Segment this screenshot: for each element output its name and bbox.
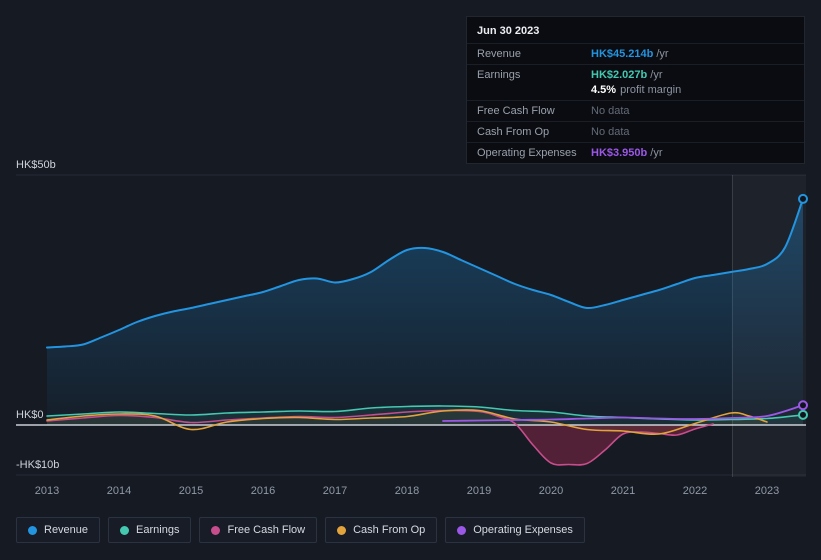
- tooltip-row-earnings: Earnings HK$2.027b/yr 4.5% profit margin: [467, 64, 804, 100]
- legend-label-revenue: Revenue: [44, 524, 89, 536]
- x-axis-year-label: 2023: [754, 485, 780, 497]
- x-axis-year-label: 2013: [34, 485, 60, 497]
- financial-history-chart-page: HK$50b HK$0 -HK$10b 2013 2014 2015 2016 2017…: [0, 0, 821, 560]
- x-axis-year-label: 2021: [610, 485, 636, 497]
- tooltip-value-operating-expenses: HK$3.950b/yr: [591, 147, 663, 159]
- x-axis-year-label: 2014: [106, 485, 132, 497]
- tooltip-value-revenue: HK$45.214b/yr: [591, 48, 669, 60]
- x-axis-year-label: 2015: [178, 485, 204, 497]
- tooltip-value-free-cash-flow: No data: [591, 105, 630, 117]
- legend-label-earnings: Earnings: [136, 524, 180, 536]
- profit-margin: 4.5% profit margin: [591, 84, 682, 96]
- tooltip-label-earnings: Earnings: [477, 69, 521, 81]
- tooltip-value-cash-from-op: No data: [591, 126, 630, 138]
- tooltip-value-earnings: HK$2.027b/yr 4.5% profit margin: [591, 69, 794, 96]
- legend-item-earnings[interactable]: Earnings: [108, 517, 192, 543]
- operating-expenses-dot-icon: [457, 525, 467, 535]
- y-axis-label-0: HK$0: [16, 409, 44, 421]
- legend-label-operating-expenses: Operating Expenses: [473, 524, 573, 536]
- legend-item-revenue[interactable]: Revenue: [16, 517, 101, 543]
- legend-item-operating-expenses[interactable]: Operating Expenses: [445, 517, 585, 543]
- chart-legend: Revenue Earnings Free Cash Flow Cash Fro…: [16, 517, 585, 543]
- tooltip-row-revenue: Revenue HK$45.214b/yr: [467, 43, 804, 64]
- tooltip-label-free-cash-flow: Free Cash Flow: [477, 105, 555, 117]
- legend-item-cash-from-op[interactable]: Cash From Op: [325, 517, 438, 543]
- y-axis-label-50b: HK$50b: [16, 159, 56, 171]
- earnings-dot-icon: [120, 525, 130, 535]
- free-cash-flow-dot-icon: [211, 525, 221, 535]
- cash-from-op-dot-icon: [337, 525, 347, 535]
- y-axis-label-neg10b: -HK$10b: [16, 459, 60, 471]
- tooltip-row-free-cash-flow: Free Cash Flow No data: [467, 100, 804, 121]
- x-axis-year-label: 2016: [250, 485, 276, 497]
- legend-label-free-cash-flow: Free Cash Flow: [227, 524, 306, 536]
- legend-item-free-cash-flow[interactable]: Free Cash Flow: [199, 517, 318, 543]
- x-axis-year-label: 2017: [322, 485, 348, 497]
- x-axis-year-label: 2020: [538, 485, 564, 497]
- tooltip-label-cash-from-op: Cash From Op: [477, 126, 550, 138]
- tooltip-row-cash-from-op: Cash From Op No data: [467, 121, 804, 142]
- tooltip-date: Jun 30 2023: [477, 25, 540, 37]
- legend-label-cash-from-op: Cash From Op: [353, 524, 426, 536]
- revenue-dot-icon: [28, 525, 37, 535]
- x-axis-year-label: 2019: [466, 485, 492, 497]
- data-tooltip: Jun 30 2023 Revenue HK$45.214b/yr Earnin…: [466, 16, 805, 164]
- x-axis: 2013 2014 2015 2016 2017 2018 2019 2020 2021 2022…: [0, 485, 821, 501]
- x-axis-year-label: 2018: [394, 485, 420, 497]
- x-axis-year-label: 2022: [682, 485, 708, 497]
- tooltip-row-operating-expenses: Operating Expenses HK$3.950b/yr: [467, 142, 804, 163]
- tooltip-label-operating-expenses: Operating Expenses: [477, 147, 577, 159]
- tooltip-label-revenue: Revenue: [477, 48, 522, 60]
